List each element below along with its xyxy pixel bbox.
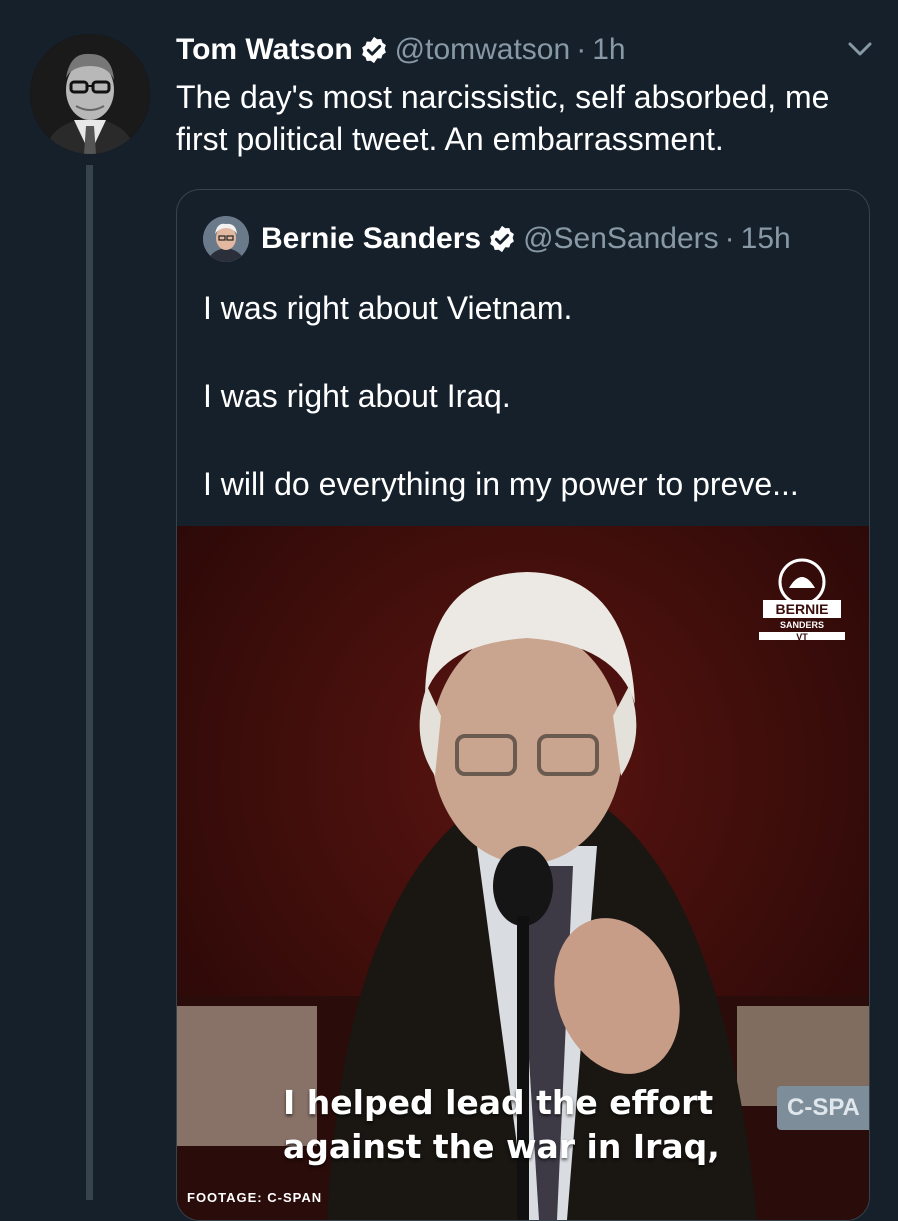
tweet-text: The day's most narcissistic, self absorb… [176, 79, 830, 157]
separator-dot: · [576, 33, 587, 66]
cspan-badge: C-SPA [777, 1086, 869, 1130]
logo-bottom-text: VT [796, 632, 808, 642]
logo-middle-text: SANDERS [780, 620, 824, 630]
quoted-tweet-text: I was right about Vietnam. I was right a… [203, 286, 843, 550]
quoted-tweet-line: I was right about Iraq. [203, 378, 511, 414]
caption-line: I helped lead the effort [283, 1083, 714, 1122]
video-caption: I helped lead the effort against the war… [283, 1081, 783, 1169]
quoted-tweet-timestamp[interactable]: 15h [741, 222, 791, 256]
bernie-sanders-logo: BERNIE SANDERS VT [757, 556, 847, 642]
caption-line: against the war in Iraq, [283, 1127, 720, 1166]
chevron-down-icon[interactable] [846, 38, 874, 60]
footage-credit: FOOTAGE: C-SPAN [187, 1190, 323, 1205]
verified-badge-icon [359, 35, 389, 65]
author-name[interactable]: Tom Watson [176, 33, 353, 67]
video-player[interactable]: BERNIE SANDERS VT I helped lead the effo… [177, 526, 869, 1220]
tweet-timestamp[interactable]: 1h [592, 33, 625, 67]
quoted-tweet-line: I was right about Vietnam. [203, 290, 573, 326]
quoted-tweet-line: I will do everything in my power to prev… [203, 466, 799, 502]
thread-connector-line [86, 165, 93, 1200]
verified-badge-icon [487, 224, 517, 254]
quoted-tweet-card[interactable]: Bernie Sanders @SenSanders · 15h I was r… [176, 189, 870, 1221]
tweet-header: Tom Watson @tomwatson · 1h [176, 28, 626, 72]
quoted-tweet-header: Bernie Sanders @SenSanders · 15h [203, 216, 791, 262]
author-handle[interactable]: @tomwatson [395, 33, 571, 67]
quoted-author-handle[interactable]: @SenSanders [523, 222, 719, 256]
quoted-author-avatar [203, 216, 249, 262]
separator-dot: · [724, 222, 735, 255]
quoted-author-name[interactable]: Bernie Sanders [261, 222, 481, 256]
logo-top-text: BERNIE [776, 601, 829, 617]
author-avatar[interactable] [30, 34, 150, 154]
